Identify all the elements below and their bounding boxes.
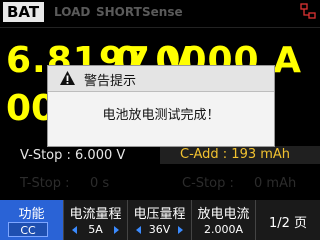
header-divider (0, 27, 320, 28)
tab-short[interactable]: SHORT (96, 5, 142, 19)
status-bar: BAT LOAD SHORT Sense (0, 0, 320, 26)
softkey-function-value: CC (8, 222, 48, 237)
softkey-voltage-range-title: 电压量程 (133, 207, 186, 222)
softkey-current-range-value: 5A (88, 223, 103, 236)
softkey-page-title: 1/2 页 (268, 216, 308, 231)
mode-badge[interactable]: BAT (3, 2, 44, 22)
tab-sense[interactable]: Sense (142, 5, 183, 19)
softkey-discharge-current-value: 2.000A (203, 223, 243, 236)
c-add-label: C-Add : 193 mAh (180, 147, 291, 162)
dialog-title: 警告提示 (84, 74, 137, 89)
c-stop-value: 0 mAh (254, 176, 297, 191)
softkey-discharge-current[interactable]: 放电电流 2.000A (192, 200, 256, 240)
softkey-current-range-title: 电流量程 (69, 207, 122, 222)
t-stop-label: T-Stop : (20, 176, 70, 191)
softkey-bar: 功能 CC 电流量程 5A 电压量程 36V 放电电流 2.000A 1/2 页 (0, 200, 320, 240)
tab-load[interactable]: LOAD (54, 5, 90, 19)
softkey-voltage-range-value: 36V (148, 223, 171, 236)
softkey-function[interactable]: 功能 CC (0, 200, 64, 240)
softkey-page[interactable]: 1/2 页 (256, 200, 320, 240)
dialog-titlebar: 警告提示 (48, 66, 274, 92)
c-stop-label: C-Stop : (182, 176, 234, 191)
c-add-box: C-Add : 193 mAh (160, 146, 320, 164)
t-stop-value: 0 s (90, 176, 110, 191)
warning-dialog: 警告提示 电池放电测试完成！ (48, 66, 274, 146)
warning-icon (60, 71, 75, 85)
v-stop-label: V-Stop : 6.000 V (20, 148, 126, 163)
softkey-function-title: 功能 (18, 207, 45, 222)
softkey-current-range[interactable]: 电流量程 5A (64, 200, 128, 240)
network-icon (300, 3, 316, 19)
dialog-message: 电池放电测试完成！ (102, 108, 220, 123)
softkey-discharge-current-title: 放电电流 (197, 207, 250, 222)
softkey-voltage-range[interactable]: 电压量程 36V (128, 200, 192, 240)
